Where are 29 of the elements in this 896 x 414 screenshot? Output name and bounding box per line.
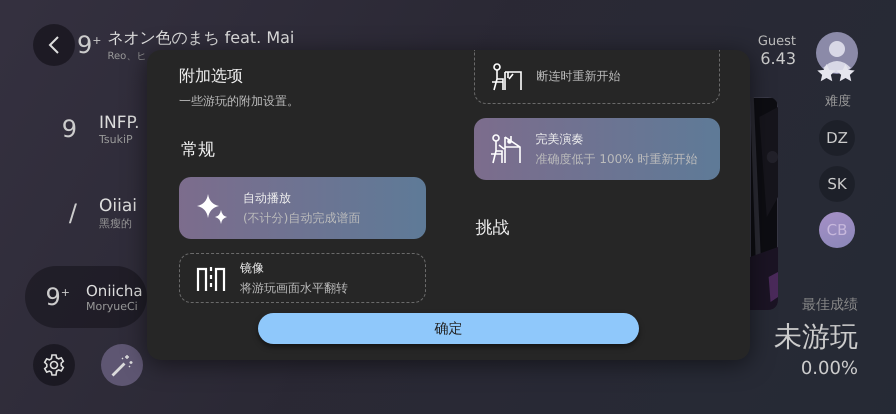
song-artist: 黑瘦的 bbox=[99, 216, 133, 230]
option-description: 断连时重新开始 bbox=[536, 68, 620, 85]
song-artist: TsukiP bbox=[99, 132, 134, 146]
song-title: Oniicha bbox=[86, 282, 143, 300]
song-artist: Reo、ヒ bbox=[108, 50, 148, 62]
song-title: INFP. bbox=[99, 112, 140, 132]
best-score-label: 最佳成绩 bbox=[802, 296, 858, 314]
song-rating: 9$^{+}$ bbox=[44, 283, 71, 311]
song-rating: 9 bbox=[60, 115, 78, 143]
section-heading: 常规 bbox=[181, 139, 216, 161]
player-name: Guest bbox=[758, 34, 796, 49]
dialog-title: 附加选项 bbox=[179, 66, 244, 87]
option-description: 准确度低于 100% 时重新开始 bbox=[536, 150, 698, 168]
option-description: (不计分)自动完成谱面 bbox=[243, 210, 360, 226]
difficulty-label: 难度 bbox=[825, 93, 851, 110]
play-status: 未游玩 bbox=[774, 319, 858, 355]
player-rating: 6.43 bbox=[760, 49, 796, 68]
section-heading: 挑战 bbox=[476, 217, 510, 239]
song-artist: MoryueCi bbox=[86, 300, 139, 312]
option-description: 将游玩画面水平翻转 bbox=[240, 280, 348, 296]
song-rating: 9$^{+}$ bbox=[76, 31, 102, 59]
option-title: 自动播放 bbox=[243, 190, 292, 206]
option-title: 镜像 bbox=[240, 260, 265, 276]
song-title: Oiiai bbox=[99, 196, 137, 216]
song-rating: / bbox=[68, 199, 78, 227]
dialog-subtitle: 一些游玩的附加设置。 bbox=[179, 93, 300, 110]
accuracy: 0.00% bbox=[800, 358, 858, 379]
option-title: 完美演奏 bbox=[536, 130, 584, 148]
song-title: ネオン色のまち feat. Mai bbox=[108, 28, 294, 48]
